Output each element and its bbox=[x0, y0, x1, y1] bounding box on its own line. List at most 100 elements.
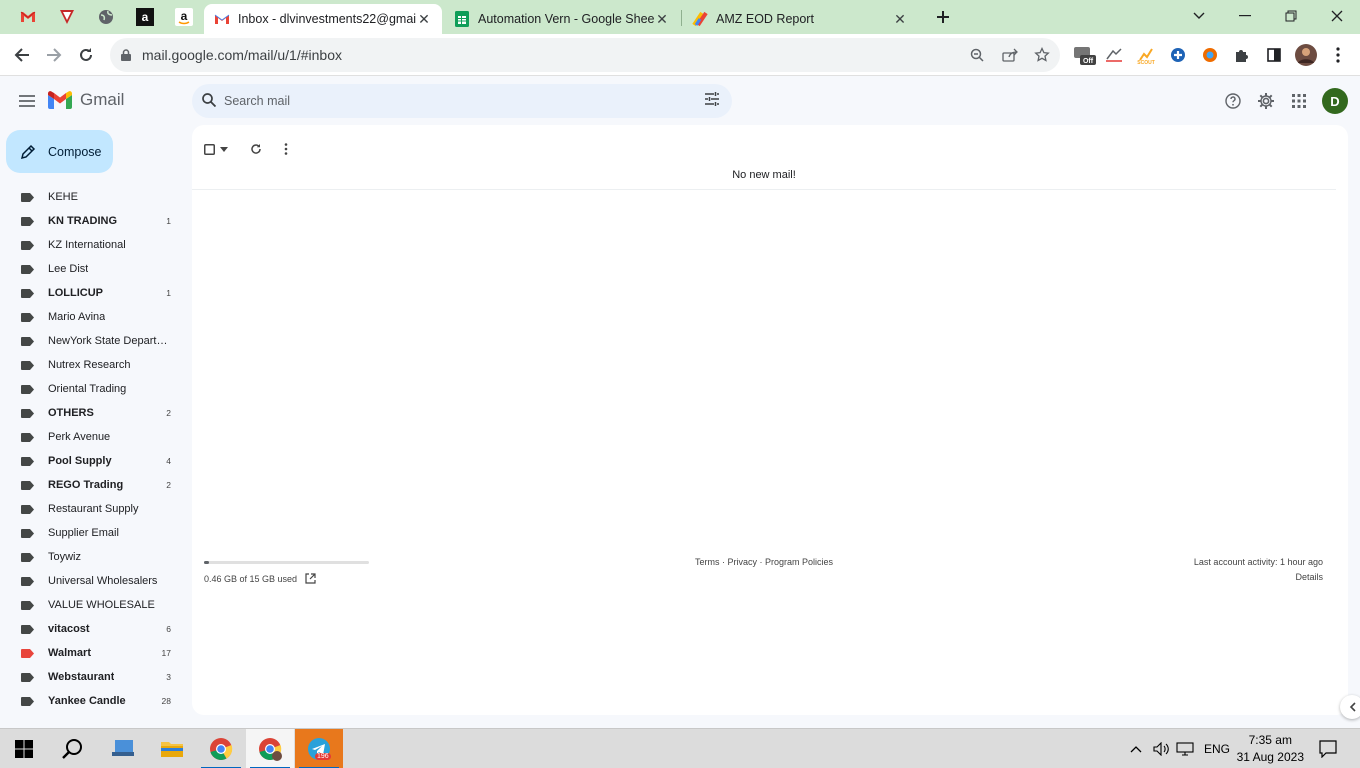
close-window-button[interactable] bbox=[1314, 0, 1360, 32]
chevron-up-icon[interactable] bbox=[1130, 745, 1142, 753]
pinned-tab-amazon-a[interactable]: a bbox=[131, 4, 159, 30]
reload-button[interactable] bbox=[71, 40, 101, 70]
extension-off-icon: Off bbox=[1074, 47, 1096, 65]
extension-off[interactable]: Off bbox=[1073, 43, 1097, 67]
taskbar-chrome-profile[interactable] bbox=[246, 729, 294, 768]
sidebar-label-item[interactable]: Supplier Email bbox=[0, 521, 192, 545]
volume-icon[interactable] bbox=[1153, 742, 1169, 756]
gmail-logo[interactable]: Gmail bbox=[48, 90, 124, 110]
pinned-tab-amazon[interactable]: a bbox=[170, 4, 198, 30]
close-tab-icon[interactable]: ✕ bbox=[654, 11, 670, 28]
select-all-checkbox[interactable] bbox=[204, 143, 234, 155]
shield-icon bbox=[60, 10, 74, 24]
hamburger-icon bbox=[19, 95, 35, 107]
sidebar-label-item[interactable]: REGO Trading 2 bbox=[0, 473, 192, 497]
main-menu-button[interactable] bbox=[14, 89, 40, 113]
pinned-tab-globe[interactable] bbox=[92, 4, 120, 30]
tab-search-button[interactable] bbox=[1176, 0, 1222, 32]
share-icon[interactable] bbox=[1002, 48, 1018, 62]
clock[interactable]: 7:35 am 31 Aug 2023 bbox=[1237, 732, 1304, 766]
taskbar-desktop-app[interactable] bbox=[99, 729, 147, 768]
google-apps-button[interactable] bbox=[1287, 89, 1311, 113]
footer-links[interactable]: Terms · Privacy · Program Policies bbox=[695, 557, 833, 567]
taskbar-file-explorer[interactable] bbox=[148, 729, 196, 768]
extension-scout[interactable]: SCOUT bbox=[1134, 43, 1158, 67]
extension-blue[interactable] bbox=[1166, 43, 1190, 67]
sidebar-label-item[interactable]: Perk Avenue bbox=[0, 425, 192, 449]
sidebar-label-item[interactable]: Walmart 17 bbox=[0, 641, 192, 665]
sidebar-label-item[interactable]: Pool Supply 4 bbox=[0, 449, 192, 473]
restore-button[interactable] bbox=[1268, 0, 1314, 32]
compose-button[interactable]: Compose bbox=[6, 130, 113, 173]
sidebar-label-item[interactable]: vitacost 6 bbox=[0, 617, 192, 641]
tab-inbox[interactable]: Inbox - dlvinvestments22@gmail. ✕ bbox=[204, 4, 442, 34]
sidebar-label-item[interactable]: OTHERS 2 bbox=[0, 401, 192, 425]
start-button[interactable] bbox=[0, 729, 48, 768]
show-side-panel-button[interactable] bbox=[1340, 695, 1360, 719]
zoom-icon[interactable] bbox=[970, 48, 984, 62]
sidebar-label-item[interactable]: LOLLICUP 1 bbox=[0, 281, 192, 305]
more-actions-button[interactable] bbox=[284, 143, 288, 155]
sidebar-label-item[interactable]: Nutrex Research bbox=[0, 353, 192, 377]
open-in-new-icon[interactable] bbox=[305, 573, 316, 584]
sidebar-label-item[interactable]: Oriental Trading bbox=[0, 377, 192, 401]
system-tray: ENG bbox=[1130, 729, 1230, 768]
extension-tool[interactable] bbox=[1102, 43, 1126, 67]
minimize-button[interactable] bbox=[1222, 0, 1268, 32]
amazon-icon: a bbox=[175, 8, 193, 26]
search-bar[interactable] bbox=[192, 84, 732, 118]
extensions-button[interactable] bbox=[1230, 43, 1254, 67]
bookmark-star-icon[interactable] bbox=[1034, 47, 1050, 63]
support-button[interactable] bbox=[1221, 89, 1245, 113]
profile-button[interactable] bbox=[1294, 43, 1318, 67]
sidebar-label-item[interactable]: Lee Dist bbox=[0, 257, 192, 281]
browser-menu-button[interactable] bbox=[1326, 43, 1350, 67]
sidebar-label-item[interactable]: Webstaurant 3 bbox=[0, 665, 192, 689]
tab-amz-eod-report[interactable]: AMZ EOD Report ✕ bbox=[682, 4, 918, 34]
new-tab-button[interactable] bbox=[929, 4, 957, 30]
label-icon bbox=[21, 217, 34, 226]
address-bar[interactable]: mail.google.com/mail/u/1/#inbox bbox=[110, 38, 1060, 72]
taskbar-chrome[interactable] bbox=[197, 729, 245, 768]
details-link[interactable]: Details bbox=[1295, 572, 1323, 582]
taskbar-telegram[interactable]: 196 bbox=[295, 729, 343, 768]
divider bbox=[192, 189, 1336, 190]
network-icon[interactable] bbox=[1176, 742, 1194, 756]
extension-circle-icon bbox=[1171, 48, 1185, 62]
gmail-icon bbox=[48, 91, 72, 109]
language-indicator[interactable]: ENG bbox=[1204, 742, 1230, 756]
side-panel-icon bbox=[1267, 48, 1281, 62]
close-tab-icon[interactable]: ✕ bbox=[416, 11, 432, 28]
label-icon bbox=[21, 433, 34, 442]
extension-orange[interactable] bbox=[1198, 43, 1222, 67]
search-icon[interactable] bbox=[202, 93, 216, 107]
side-panel-button[interactable] bbox=[1262, 43, 1286, 67]
back-button[interactable] bbox=[7, 40, 37, 70]
tab-google-sheets[interactable]: Automation Vern - Google Sheet ✕ bbox=[444, 4, 680, 34]
sidebar-label-item[interactable]: Yankee Candle 28 bbox=[0, 689, 192, 713]
sidebar-label-item[interactable]: NewYork State Departm... bbox=[0, 329, 192, 353]
sidebar-label-item[interactable]: KEHE bbox=[0, 185, 192, 209]
label-icon bbox=[21, 481, 34, 490]
label-icon bbox=[21, 289, 34, 298]
notifications-button[interactable] bbox=[1304, 729, 1352, 768]
pinned-tab-gmail[interactable] bbox=[14, 4, 42, 30]
account-avatar[interactable]: D bbox=[1322, 88, 1348, 114]
search-input[interactable] bbox=[224, 90, 684, 112]
sidebar-label-item[interactable]: Toywiz bbox=[0, 545, 192, 569]
label-icon bbox=[21, 265, 34, 274]
refresh-button[interactable] bbox=[250, 143, 262, 155]
sidebar-label-item[interactable]: KN TRADING 1 bbox=[0, 209, 192, 233]
close-tab-icon[interactable]: ✕ bbox=[892, 11, 908, 28]
forward-button[interactable] bbox=[39, 40, 69, 70]
sidebar-label-item[interactable]: KZ International bbox=[0, 233, 192, 257]
sidebar-label-item[interactable]: Universal Wholesalers bbox=[0, 569, 192, 593]
chevron-down-icon bbox=[1193, 12, 1205, 19]
sidebar-label-item[interactable]: VALUE WHOLESALE bbox=[0, 593, 192, 617]
settings-button[interactable] bbox=[1254, 89, 1278, 113]
pinned-tab-shield[interactable] bbox=[53, 4, 81, 30]
taskbar-search-button[interactable] bbox=[48, 729, 96, 768]
sidebar-label-item[interactable]: Restaurant Supply bbox=[0, 497, 192, 521]
sidebar-label-item[interactable]: Mario Avina bbox=[0, 305, 192, 329]
search-options-icon[interactable] bbox=[704, 92, 720, 106]
